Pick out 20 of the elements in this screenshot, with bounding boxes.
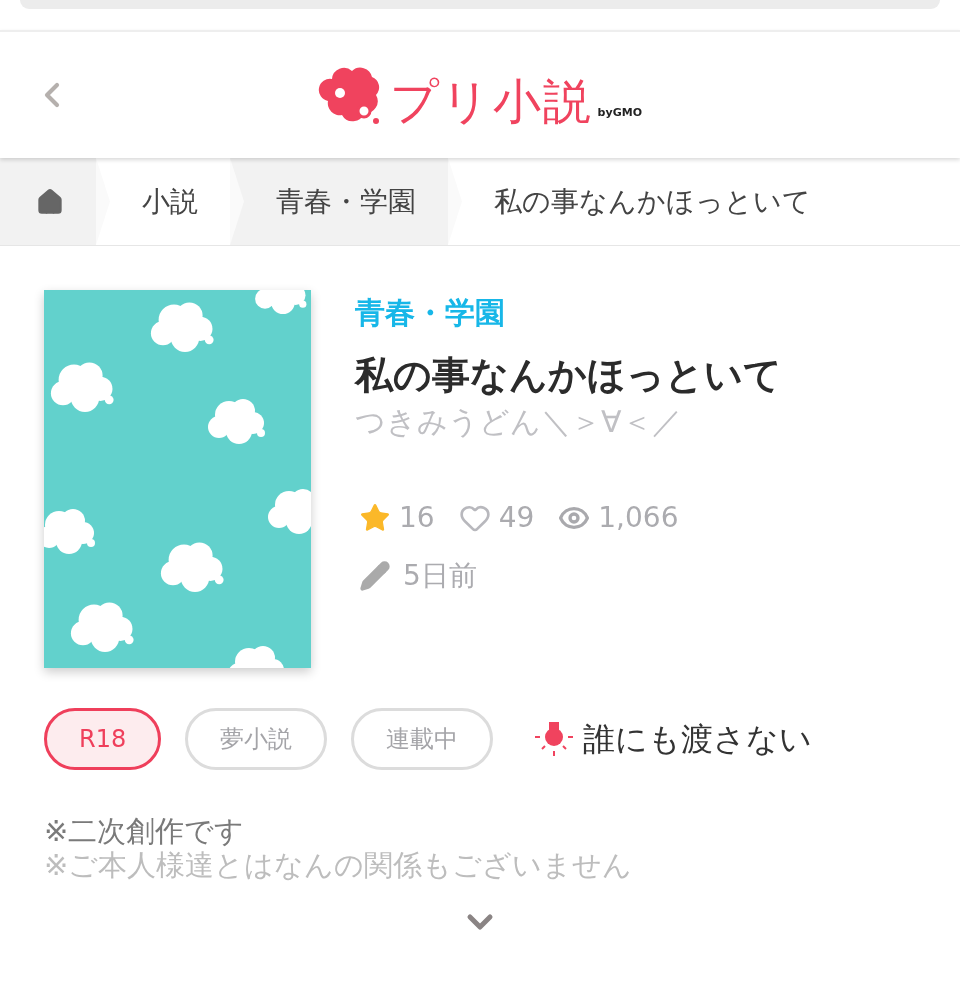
updated-time: 5日前 [403, 557, 477, 594]
stat-count: 1,066 [598, 499, 679, 536]
hint-text: 誰にも渡さない [583, 719, 813, 760]
description-line: ※二次創作です [44, 814, 246, 848]
home-icon[interactable] [36, 187, 64, 216]
stat-count: 49 [498, 499, 535, 536]
pencil-icon [359, 559, 391, 592]
logo-text: プリ小説 [390, 77, 594, 125]
breadcrumb-link[interactable]: 青春・学園 [244, 180, 448, 223]
genre-link[interactable]: 青春・学園 [355, 294, 782, 332]
tag[interactable]: 夢小説 [185, 708, 328, 770]
logo-suffix: byGMO [597, 104, 642, 121]
tag[interactable]: R18 [44, 708, 162, 770]
author-name[interactable]: つきみうどん＼＞∀＜／ [355, 403, 782, 441]
stat-count: 16 [399, 499, 435, 536]
lightbulb-icon [533, 720, 576, 758]
star-icon [359, 501, 391, 534]
description-line: ※ご本人様達とはなんの関係もございません [44, 848, 634, 882]
novel-title: 私の事なんかほっといて [355, 351, 782, 399]
tag[interactable]: 連載中 [351, 708, 494, 770]
